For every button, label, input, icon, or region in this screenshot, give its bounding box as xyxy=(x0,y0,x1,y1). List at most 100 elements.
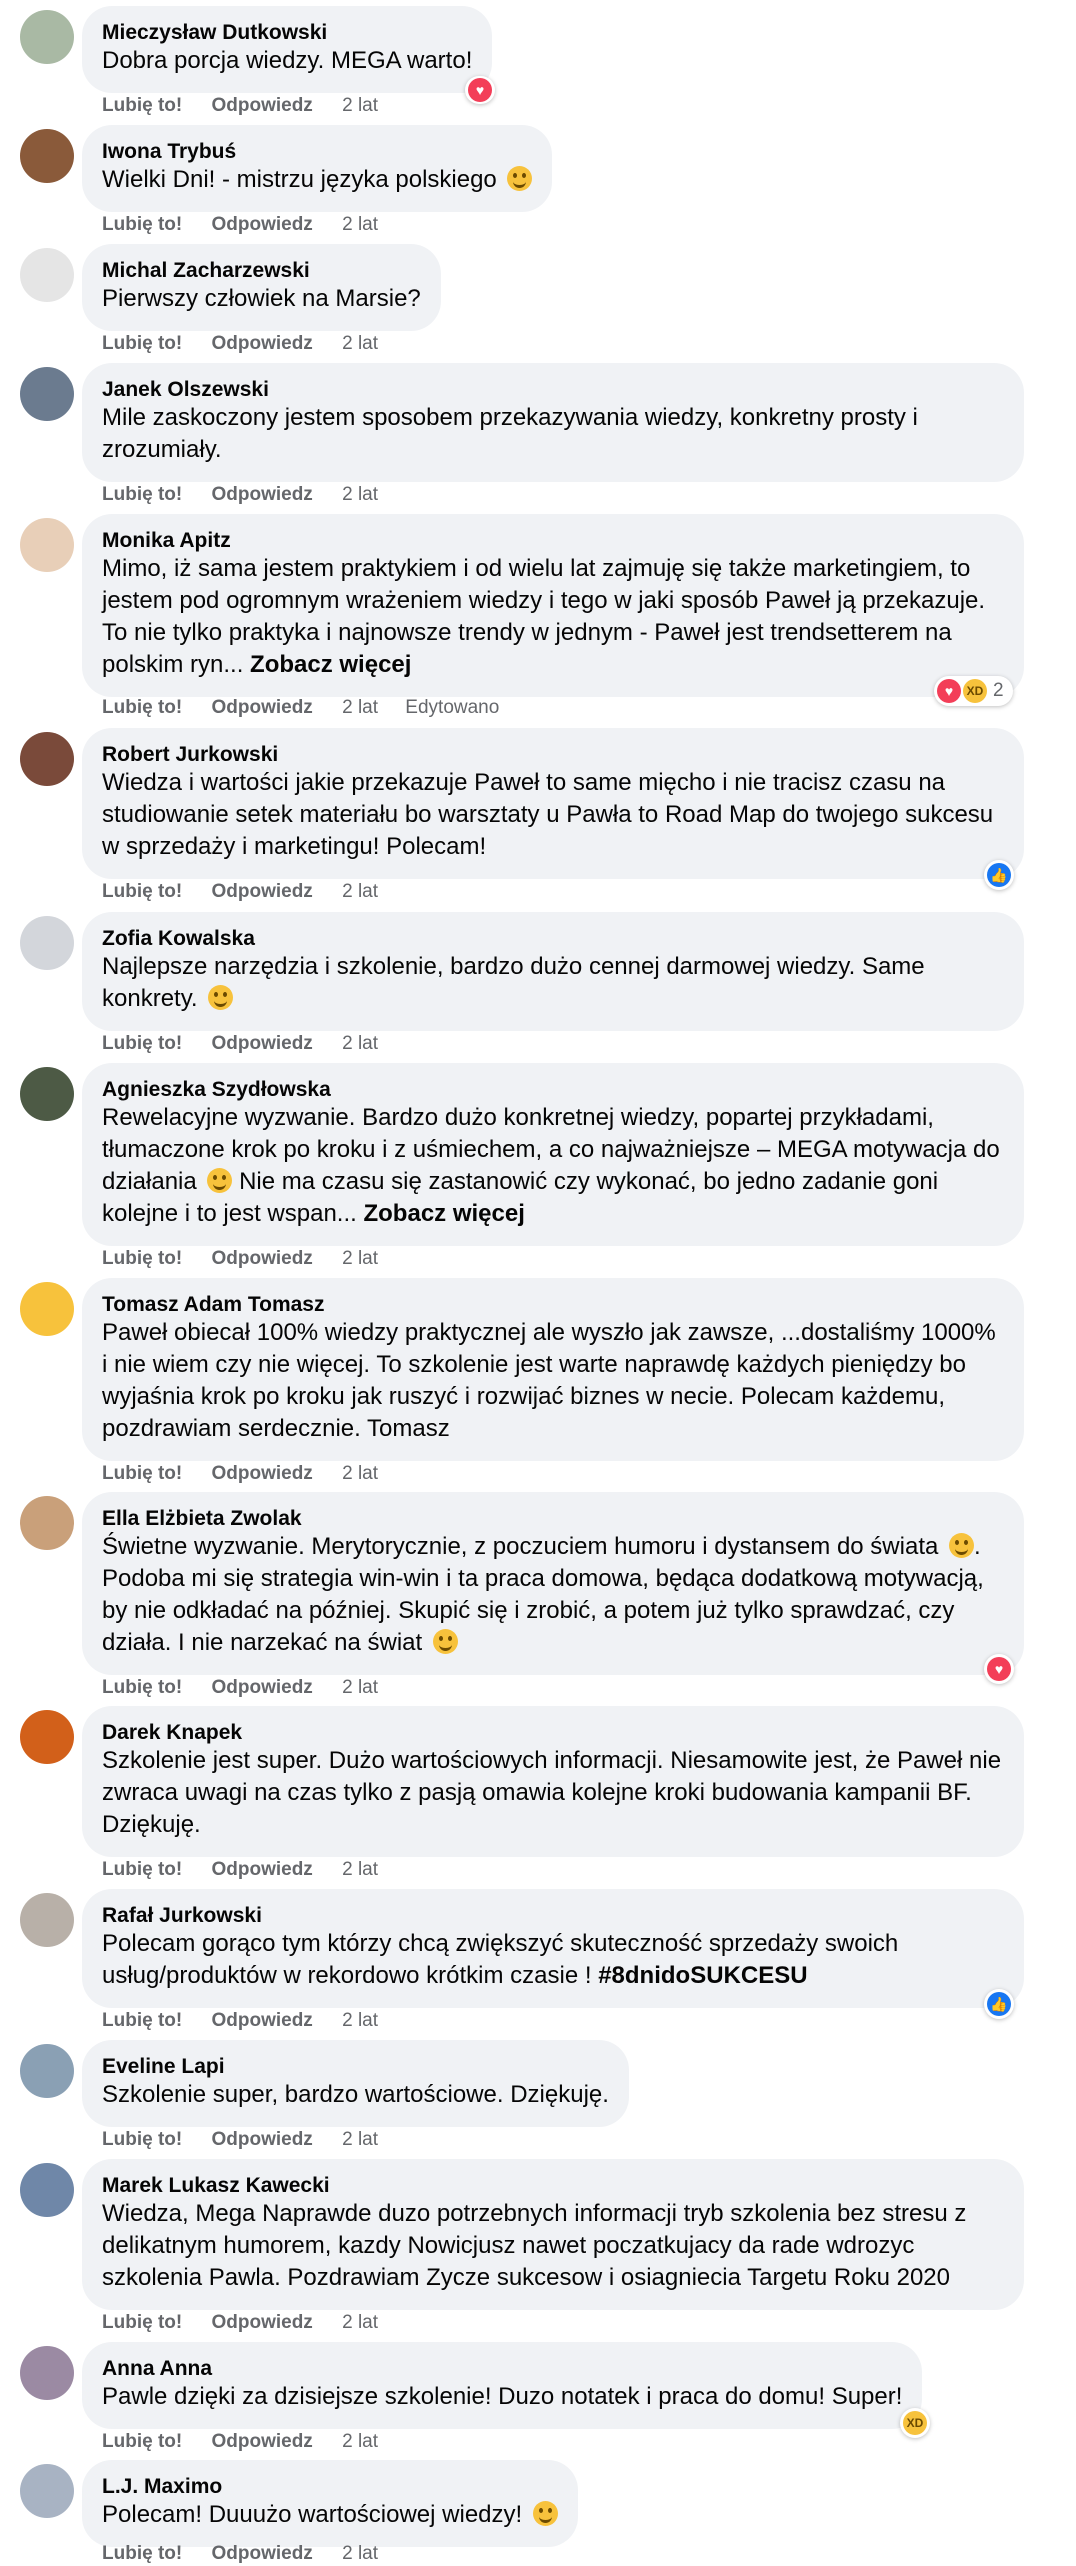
timestamp[interactable]: 2 lat xyxy=(342,1033,378,1054)
timestamp[interactable]: 2 lat xyxy=(342,1859,378,1880)
avatar[interactable] xyxy=(20,2346,74,2400)
reply-button[interactable]: Odpowiedz xyxy=(211,2431,312,2452)
like-button[interactable]: Lubię to! xyxy=(102,484,182,505)
like-button[interactable]: Lubię to! xyxy=(102,1677,182,1698)
reply-button[interactable]: Odpowiedz xyxy=(211,214,312,235)
hashtag-link[interactable]: #8dnidoSUKCESU xyxy=(598,1962,807,1989)
timestamp[interactable]: 2 lat xyxy=(342,484,378,505)
avatar[interactable] xyxy=(20,1710,74,1764)
like-button[interactable]: Lubię to! xyxy=(102,697,182,718)
see-more-link[interactable]: Zobacz więcej xyxy=(250,651,411,678)
like-button[interactable]: Lubię to! xyxy=(102,214,182,235)
comment-author[interactable]: Rafał Jurkowski xyxy=(102,1903,1004,1928)
avatar[interactable] xyxy=(20,1496,74,1550)
comment-author[interactable]: Mieczysław Dutkowski xyxy=(102,20,472,45)
comment-author[interactable]: Eveline Lapi xyxy=(102,2054,609,2079)
reaction-summary[interactable]: ♥ xyxy=(465,76,495,104)
timestamp[interactable]: 2 lat xyxy=(342,1248,378,1269)
reaction-summary[interactable]: 👍 xyxy=(984,1989,1014,2019)
reply-button[interactable]: Odpowiedz xyxy=(211,484,312,505)
comment-author[interactable]: Robert Jurkowski xyxy=(102,742,1004,767)
reply-button[interactable]: Odpowiedz xyxy=(211,333,312,354)
avatar[interactable] xyxy=(20,129,74,183)
timestamp[interactable]: 2 lat xyxy=(342,1677,378,1698)
reaction-summary[interactable]: ♥ XD 2 xyxy=(934,676,1013,706)
timestamp[interactable]: 2 lat xyxy=(342,1463,378,1484)
timestamp[interactable]: 2 lat xyxy=(342,2312,378,2333)
comment-text: Polecam gorąco tym którzy chcą zwiększyć… xyxy=(102,1930,899,1989)
comment-author[interactable]: L.J. Maximo xyxy=(102,2474,558,2499)
like-button[interactable]: Lubię to! xyxy=(102,1463,182,1484)
avatar[interactable] xyxy=(20,1893,74,1947)
reply-button[interactable]: Odpowiedz xyxy=(211,2312,312,2333)
comment-actions: Lubię to! Odpowiedz 2 lat xyxy=(102,2009,400,2033)
comment-bubble: Marek Lukasz Kawecki Wiedza, Mega Napraw… xyxy=(82,2159,1024,2310)
comment-author[interactable]: Zofia Kowalska xyxy=(102,926,1004,951)
avatar[interactable] xyxy=(20,10,74,64)
reply-button[interactable]: Odpowiedz xyxy=(211,2129,312,2150)
avatar[interactable] xyxy=(20,2163,74,2217)
comment-author[interactable]: Darek Knapek xyxy=(102,1720,1004,1745)
avatar[interactable] xyxy=(20,518,74,572)
timestamp[interactable]: 2 lat xyxy=(342,881,378,902)
reply-button[interactable]: Odpowiedz xyxy=(211,697,312,718)
timestamp[interactable]: 2 lat xyxy=(342,333,378,354)
avatar[interactable] xyxy=(20,1067,74,1121)
haha-icon: XD xyxy=(963,679,987,703)
reply-button[interactable]: Odpowiedz xyxy=(211,881,312,902)
avatar[interactable] xyxy=(20,2044,74,2098)
comment-author[interactable]: Anna Anna xyxy=(102,2356,902,2381)
like-button[interactable]: Lubię to! xyxy=(102,2431,182,2452)
like-button[interactable]: Lubię to! xyxy=(102,2010,182,2031)
reaction-summary[interactable]: ♥ xyxy=(984,1654,1014,1684)
like-button[interactable]: Lubię to! xyxy=(102,1248,182,1269)
reply-button[interactable]: Odpowiedz xyxy=(211,1463,312,1484)
see-more-link[interactable]: Zobacz więcej xyxy=(363,1200,524,1227)
like-button[interactable]: Lubię to! xyxy=(102,333,182,354)
comment-author[interactable]: Marek Lukasz Kawecki xyxy=(102,2173,1004,2198)
timestamp[interactable]: 2 lat xyxy=(342,2431,378,2452)
comment-author[interactable]: Janek Olszewski xyxy=(102,377,1004,402)
comment-author[interactable]: Agnieszka Szydłowska xyxy=(102,1077,1004,1102)
reply-button[interactable]: Odpowiedz xyxy=(211,1248,312,1269)
avatar[interactable] xyxy=(20,367,74,421)
avatar[interactable] xyxy=(20,916,74,970)
like-button[interactable]: Lubię to! xyxy=(102,2129,182,2150)
avatar[interactable] xyxy=(20,1282,74,1336)
reply-button[interactable]: Odpowiedz xyxy=(211,1033,312,1054)
like-button[interactable]: Lubię to! xyxy=(102,2543,182,2564)
timestamp[interactable]: 2 lat xyxy=(342,697,378,718)
comment-author[interactable]: Michal Zacharzewski xyxy=(102,258,421,283)
like-button[interactable]: Lubię to! xyxy=(102,1859,182,1880)
reaction-summary[interactable]: 👍 xyxy=(984,860,1014,890)
comment-text: Najlepsze narzędzia i szkolenie, bardzo … xyxy=(102,953,925,1012)
reply-button[interactable]: Odpowiedz xyxy=(211,1677,312,1698)
comment-author[interactable]: Ella Elżbieta Zwolak xyxy=(102,1506,1004,1531)
reply-button[interactable]: Odpowiedz xyxy=(211,95,312,116)
like-button[interactable]: Lubię to! xyxy=(102,2312,182,2333)
timestamp[interactable]: 2 lat xyxy=(342,2543,378,2564)
love-icon: ♥ xyxy=(937,679,961,703)
comment-text: Rewelacyjne wyzwanie. Bardzo dużo konkre… xyxy=(102,1104,1000,1227)
comment-bubble: Janek Olszewski Mile zaskoczony jestem s… xyxy=(82,363,1024,482)
timestamp[interactable]: 2 lat xyxy=(342,214,378,235)
like-button[interactable]: Lubię to! xyxy=(102,95,182,116)
reply-button[interactable]: Odpowiedz xyxy=(211,2010,312,2031)
reaction-summary[interactable]: XD xyxy=(900,2408,930,2438)
comment-bubble: Monika Apitz Mimo, iż sama jestem prakty… xyxy=(82,514,1024,697)
avatar[interactable] xyxy=(20,248,74,302)
comment-bubble: Michal Zacharzewski Pierwszy człowiek na… xyxy=(82,244,441,331)
timestamp[interactable]: 2 lat xyxy=(342,2129,378,2150)
comment-author[interactable]: Iwona Trybuś xyxy=(102,139,532,164)
comment-author[interactable]: Tomasz Adam Tomasz xyxy=(102,1292,1004,1317)
like-button[interactable]: Lubię to! xyxy=(102,1033,182,1054)
avatar[interactable] xyxy=(20,2464,74,2518)
comment-text: Paweł obiecał 100% wiedzy praktycznej al… xyxy=(102,1319,996,1442)
timestamp[interactable]: 2 lat xyxy=(342,2010,378,2031)
timestamp[interactable]: 2 lat xyxy=(342,95,378,116)
reply-button[interactable]: Odpowiedz xyxy=(211,1859,312,1880)
avatar[interactable] xyxy=(20,732,74,786)
comment-author[interactable]: Monika Apitz xyxy=(102,528,1004,553)
like-button[interactable]: Lubię to! xyxy=(102,881,182,902)
reply-button[interactable]: Odpowiedz xyxy=(211,2543,312,2564)
